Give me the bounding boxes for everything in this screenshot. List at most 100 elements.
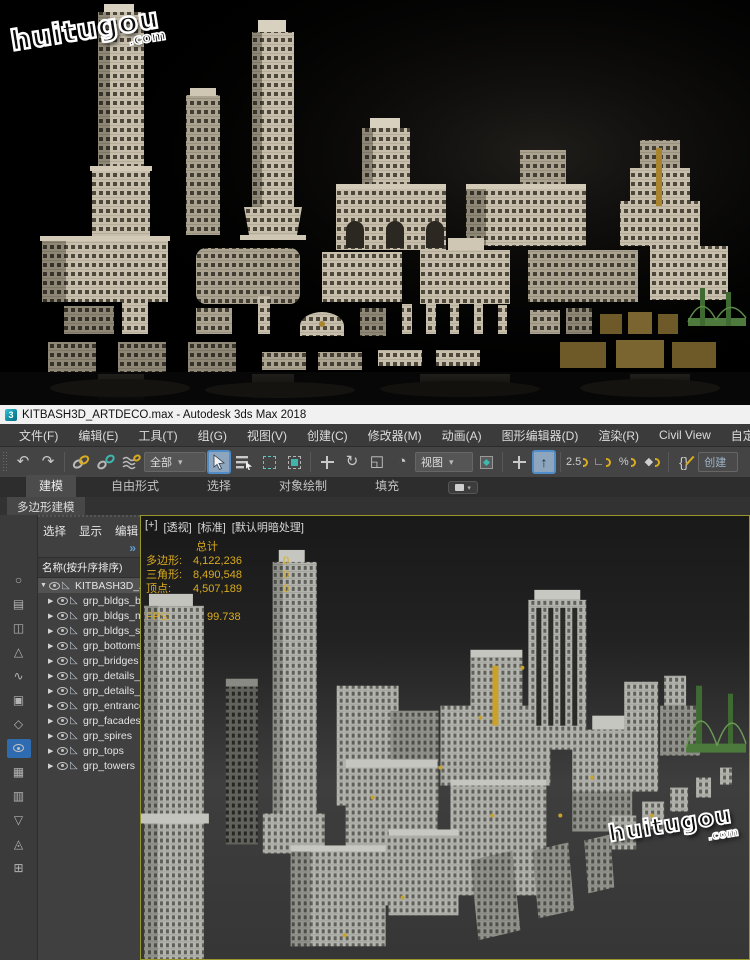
tree-row[interactable]: ▶ ◺ grp_details_02 xyxy=(38,683,140,698)
eye-icon[interactable] xyxy=(57,746,68,755)
display-shapes-toggle[interactable]: ▤ xyxy=(7,595,31,614)
explorer-overflow-chevron[interactable]: » xyxy=(129,541,136,555)
display-lights-toggle[interactable]: ◫ xyxy=(7,619,31,638)
angle-snap-toggle[interactable]: ∟ xyxy=(590,450,614,474)
spinner-snap-toggle[interactable]: ◆ xyxy=(640,450,664,474)
menu-civil-view[interactable]: Civil View xyxy=(650,425,720,445)
menu-views[interactable]: 视图(V) xyxy=(238,424,296,446)
menu-tools[interactable]: 工具(T) xyxy=(129,424,186,446)
bind-to-space-warp-button[interactable] xyxy=(119,450,143,474)
eye-icon[interactable] xyxy=(49,581,60,590)
create-selection-set-field[interactable]: 创建 xyxy=(698,452,739,472)
menu-rendering[interactable]: 渲染(R) xyxy=(589,424,648,446)
unlink-selection-button[interactable] xyxy=(94,450,118,474)
viewport-menu-shading[interactable]: [默认明暗处理] xyxy=(232,519,304,535)
ribbon-tab-object-paint[interactable]: 对象绘制 xyxy=(266,475,340,497)
expand-arrow-icon[interactable]: ▶ xyxy=(48,717,57,725)
filter-button[interactable]: ⊞ xyxy=(7,859,31,878)
select-and-scale-button[interactable]: ◱ xyxy=(365,450,389,474)
explorer-name-column-header[interactable]: 名称(按升序排序) xyxy=(38,557,140,578)
ribbon-tab-modeling[interactable]: 建模 xyxy=(26,475,77,497)
perspective-viewport[interactable]: [+] [透视] [标准] [默认明暗处理] 总计 多边形: 4,122,236 0… xyxy=(140,515,750,960)
display-cameras-toggle[interactable]: △ xyxy=(7,643,31,662)
viewport-menu-pov[interactable]: [透视] xyxy=(164,519,192,535)
expand-arrow-icon[interactable]: ▶ xyxy=(48,642,57,650)
display-bones-toggle[interactable]: ▦ xyxy=(7,763,31,782)
tree-row[interactable]: ▶ ◺ grp_details_01 xyxy=(38,668,140,683)
toolbar-drag-handle[interactable] xyxy=(2,451,7,473)
expand-arrow-icon[interactable]: ▶ xyxy=(48,732,57,740)
window-crossing-toggle[interactable] xyxy=(282,450,306,474)
expand-arrow-icon[interactable]: ▶ xyxy=(48,762,57,770)
sort-toggle[interactable]: ▽ xyxy=(7,811,31,830)
expand-arrow-icon[interactable]: ▶ xyxy=(48,747,57,755)
keyboard-shortcut-override-toggle[interactable]: ↑ xyxy=(532,450,556,474)
edit-named-selection-sets-button[interactable]: {} xyxy=(673,450,697,474)
display-space-warps-toggle[interactable]: ▣ xyxy=(7,691,31,710)
expand-arrow-icon[interactable]: ▶ xyxy=(48,687,57,695)
viewport-menu-general[interactable]: [+] xyxy=(145,519,158,535)
expand-arrow-icon[interactable]: ▶ xyxy=(48,672,57,680)
display-objects-toggle[interactable] xyxy=(6,739,31,758)
explorer-menu-display[interactable]: 显示 xyxy=(79,523,102,539)
tree-row[interactable]: ▶ ◺ grp_towers xyxy=(38,758,140,773)
expand-arrow-icon[interactable]: ▶ xyxy=(48,597,57,605)
tree-row[interactable]: ▶ ◺ grp_spires xyxy=(38,728,140,743)
select-object-button[interactable] xyxy=(207,450,231,474)
eye-icon[interactable] xyxy=(57,641,68,650)
polygon-modeling-panel-tab[interactable]: 多边形建模 xyxy=(7,497,85,515)
select-and-link-button[interactable] xyxy=(69,450,93,474)
ribbon-tab-selection[interactable]: 选择 xyxy=(194,475,244,497)
select-and-place-button[interactable]: ◔ xyxy=(390,450,414,474)
display-containers-toggle[interactable]: ▥ xyxy=(7,787,31,806)
select-and-rotate-button[interactable]: ↻ xyxy=(340,450,364,474)
tree-row[interactable]: ▶ ◺ grp_bldgs_me xyxy=(38,608,140,623)
expand-arrow-icon[interactable]: ▶ xyxy=(48,612,57,620)
display-helpers-toggle[interactable]: ∿ xyxy=(7,667,31,686)
filter-advanced-button[interactable]: ◬ xyxy=(7,835,31,854)
use-pivot-point-center-button[interactable] xyxy=(474,450,498,474)
display-groups-toggle[interactable]: ◇ xyxy=(7,715,31,734)
expand-arrow-icon[interactable]: ▶ xyxy=(48,627,57,635)
viewport-menu-standard[interactable]: [标准] xyxy=(198,519,226,535)
menu-file[interactable]: 文件(F) xyxy=(10,424,67,446)
redo-button[interactable]: ↷ xyxy=(36,450,60,474)
ribbon-minimize-button[interactable]: ▾ xyxy=(448,481,479,494)
ribbon-tab-freeform[interactable]: 自由形式 xyxy=(98,475,172,497)
eye-icon[interactable] xyxy=(57,701,68,710)
select-and-move-button[interactable] xyxy=(315,450,339,474)
tree-row[interactable]: ▶ ◺ grp_bottoms xyxy=(38,638,140,653)
menu-graph-editors[interactable]: 图形编辑器(D) xyxy=(493,424,588,446)
explorer-menu-edit[interactable]: 编辑 xyxy=(115,523,138,539)
menu-animation[interactable]: 动画(A) xyxy=(433,424,491,446)
eye-icon[interactable] xyxy=(57,731,68,740)
select-by-name-button[interactable] xyxy=(232,450,256,474)
tree-row[interactable]: ▶ ◺ grp_bldgs_sm xyxy=(38,623,140,638)
selection-filter-dropdown[interactable]: 全部 ▾ xyxy=(144,452,206,472)
collapse-arrow-icon[interactable]: ▼ xyxy=(40,582,49,589)
select-and-manipulate-button[interactable] xyxy=(507,450,531,474)
eye-icon[interactable] xyxy=(57,716,68,725)
expand-arrow-icon[interactable]: ▶ xyxy=(48,657,57,665)
eye-icon[interactable] xyxy=(57,596,68,605)
snaps-toggle-25-button[interactable]: 2.5 xyxy=(565,450,589,474)
explorer-menu-select[interactable]: 选择 xyxy=(43,523,66,539)
eye-icon[interactable] xyxy=(57,626,68,635)
expand-arrow-icon[interactable]: ▶ xyxy=(48,702,57,710)
menu-edit[interactable]: 编辑(E) xyxy=(69,424,127,446)
menu-group[interactable]: 组(G) xyxy=(189,424,236,446)
tree-row[interactable]: ▶ ◺ grp_bridges xyxy=(38,653,140,668)
tree-row[interactable]: ▶ ◺ grp_tops xyxy=(38,743,140,758)
eye-icon[interactable] xyxy=(57,656,68,665)
menu-customize[interactable]: 自定义(U) xyxy=(722,424,750,446)
eye-icon[interactable] xyxy=(57,686,68,695)
eye-icon[interactable] xyxy=(57,671,68,680)
tree-row[interactable]: ▶ ◺ grp_facades xyxy=(38,713,140,728)
undo-button[interactable]: ↶ xyxy=(11,450,35,474)
ribbon-tab-populate[interactable]: 填充 xyxy=(362,475,412,497)
menu-modifiers[interactable]: 修改器(M) xyxy=(359,424,431,446)
reference-coordinate-system-dropdown[interactable]: 视图 ▾ xyxy=(415,452,473,472)
eye-icon[interactable] xyxy=(57,611,68,620)
display-geometry-toggle[interactable]: ○ xyxy=(7,571,31,590)
tree-row-root[interactable]: ▼ ◺ KITBASH3D_ART xyxy=(38,578,140,593)
